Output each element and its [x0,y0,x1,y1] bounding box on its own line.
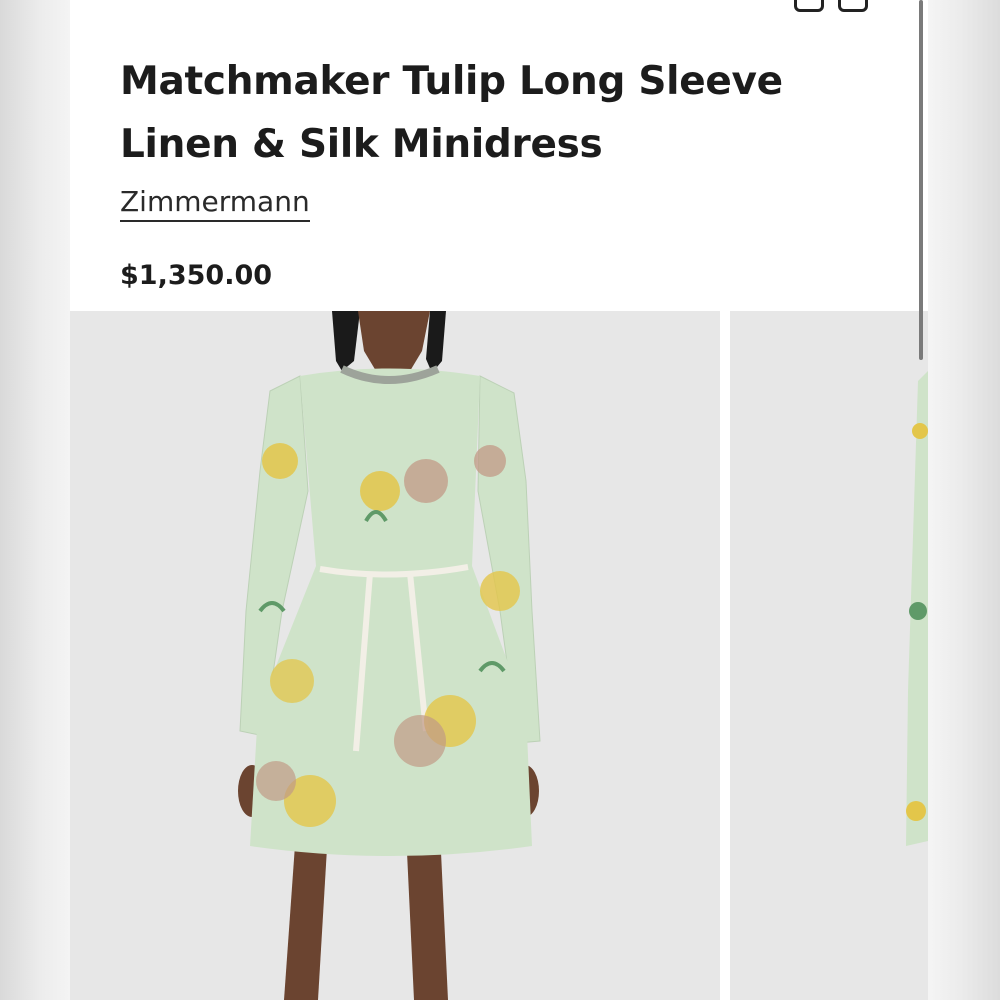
product-price: $1,350.00 [120,260,273,291]
dress-photo [70,311,720,1000]
dress-photo-partial [730,311,928,1000]
brand-link[interactable]: Zimmermann [120,185,310,222]
image-gallery[interactable] [70,311,928,1000]
header-icons [794,0,868,12]
product-image-next[interactable] [730,311,928,1000]
product-page: Matchmaker Tulip Long Sleeve Linen & Sil… [70,0,928,1000]
bag-icon[interactable] [838,0,868,12]
product-image-main[interactable] [70,311,720,1000]
scrollbar[interactable] [919,0,923,360]
share-icon[interactable] [794,0,824,12]
product-title: Matchmaker Tulip Long Sleeve Linen & Sil… [120,59,783,167]
